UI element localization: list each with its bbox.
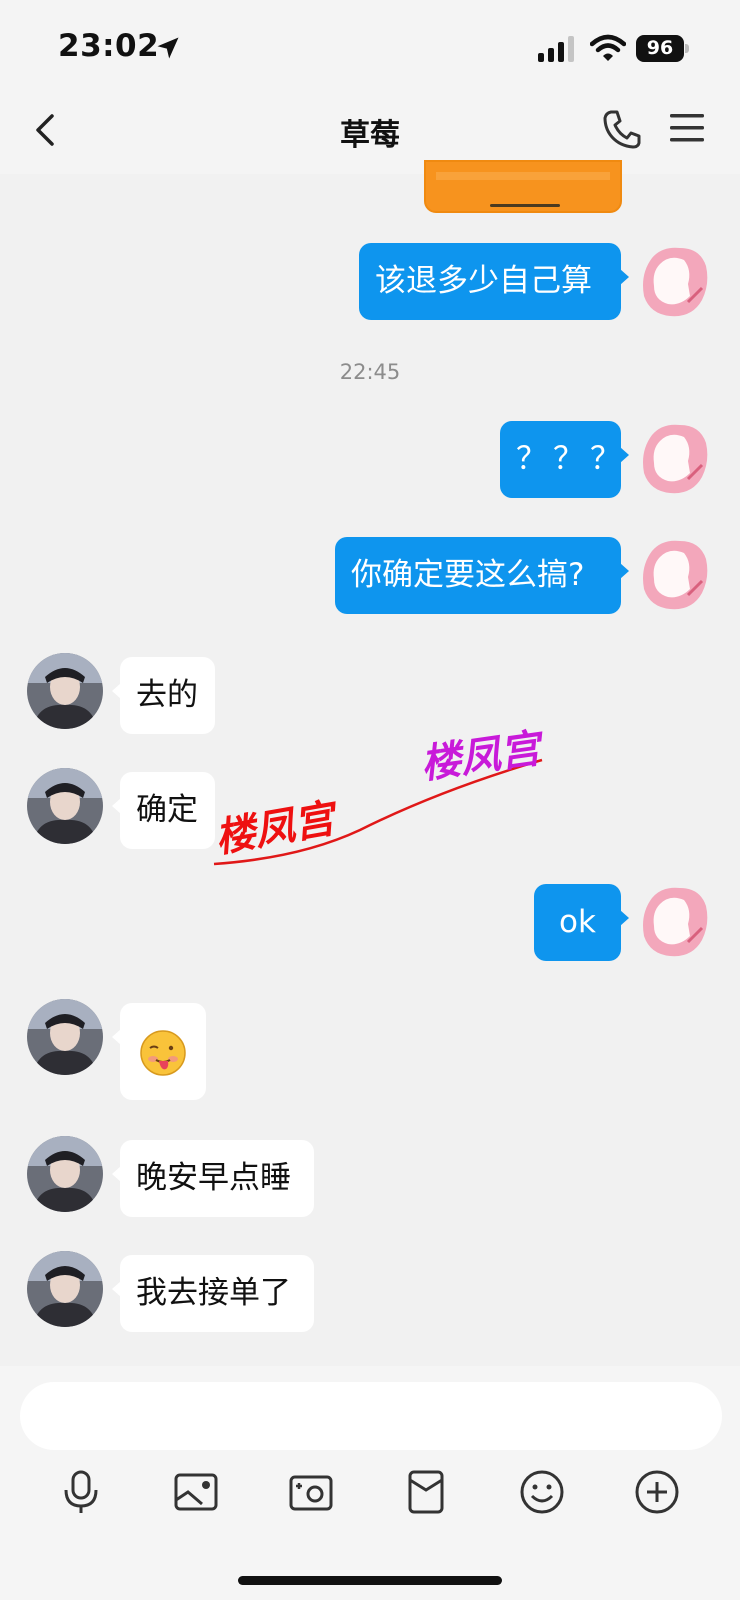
menu-icon[interactable] <box>668 112 706 144</box>
bubble-tail <box>112 1029 121 1045</box>
message-bubble-incoming-emoji[interactable] <box>112 1003 206 1100</box>
wifi-icon <box>590 34 626 61</box>
bubble-tail <box>620 269 629 285</box>
my-avatar[interactable] <box>640 244 708 320</box>
message-text: ？？？ <box>516 441 627 477</box>
message-bubble-outgoing[interactable]: 你确定要这么搞? <box>335 537 629 614</box>
message-bubble-incoming[interactable]: 去的 <box>112 657 215 734</box>
emoji-icon[interactable] <box>518 1468 566 1516</box>
message-bubble-outgoing[interactable]: 该退多少自己算 <box>359 243 629 320</box>
contact-avatar[interactable] <box>27 1251 103 1327</box>
home-indicator <box>238 1576 502 1585</box>
card-bar <box>490 204 560 207</box>
my-avatar[interactable] <box>640 421 708 497</box>
message-bubble-incoming[interactable]: 确定 <box>112 772 215 849</box>
message-text: 确定 <box>136 792 198 828</box>
contact-avatar[interactable] <box>27 653 103 729</box>
status-time: 23:02 <box>58 28 160 64</box>
contact-avatar[interactable] <box>27 999 103 1075</box>
message-text: 去的 <box>136 677 198 713</box>
image-icon[interactable] <box>172 1468 220 1516</box>
message-text: 该退多少自己算 <box>375 263 592 299</box>
cellular-signal-icon <box>538 36 574 62</box>
bubble-tail <box>620 910 629 926</box>
message-input[interactable] <box>20 1382 722 1450</box>
bubble-tail <box>112 1166 121 1182</box>
message-text: 你确定要这么搞? <box>351 557 585 593</box>
camera-icon[interactable] <box>287 1468 335 1516</box>
microphone-icon[interactable] <box>57 1468 105 1516</box>
input-bar <box>0 1366 740 1600</box>
message-bubble-incoming[interactable]: 我去接单了 <box>112 1255 314 1332</box>
battery-indicator: 96 <box>636 35 689 62</box>
contact-avatar[interactable] <box>27 1136 103 1212</box>
message-bubble-outgoing[interactable]: ？？？ <box>500 421 629 498</box>
plus-icon[interactable] <box>633 1468 681 1516</box>
phone-call-icon[interactable] <box>602 108 642 150</box>
status-bar: 23:02 96 <box>0 0 740 96</box>
location-arrow-icon <box>157 37 179 59</box>
contact-avatar[interactable] <box>27 768 103 844</box>
battery-level: 96 <box>636 35 684 62</box>
bubble-tail <box>620 563 629 579</box>
message-text: 晚安早点睡 <box>136 1160 291 1196</box>
red-packet-icon[interactable] <box>402 1468 450 1516</box>
tongue-face-emoji-icon <box>140 1030 186 1076</box>
bubble-tail <box>112 1281 121 1297</box>
message-bubble-incoming[interactable]: 晚安早点睡 <box>112 1140 314 1217</box>
card-content <box>436 172 610 180</box>
chat-header: 草莓 <box>0 96 740 174</box>
my-avatar[interactable] <box>640 884 708 960</box>
bubble-tail <box>112 683 121 699</box>
my-avatar[interactable] <box>640 537 708 613</box>
shared-card-message[interactable] <box>424 160 622 213</box>
message-text: 我去接单了 <box>136 1275 291 1311</box>
message-timestamp: 22:45 <box>339 360 401 384</box>
bubble-tail <box>620 447 629 463</box>
message-bubble-outgoing[interactable]: ok <box>534 884 629 961</box>
message-text: ok <box>559 904 596 940</box>
battery-cap <box>685 44 689 53</box>
bubble-tail <box>112 798 121 814</box>
